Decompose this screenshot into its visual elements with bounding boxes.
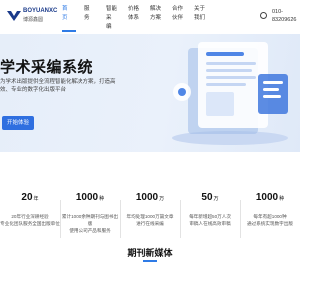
hero-description: 为学术出版提供全流程智能化解决方案，打造高效、专业的数字化出版平台	[0, 79, 116, 93]
stat-item: 1000种 累计1000余种期刊与图书出版 使用公司产品和服务	[60, 192, 120, 234]
stat-unit: 种	[279, 196, 285, 202]
stat-value: 1000	[135, 192, 159, 203]
brand-subtitle: 博源鑫圆	[23, 17, 44, 23]
stat-value: 1000	[255, 192, 279, 203]
stat-unit: 万	[159, 196, 165, 202]
stat-item: 50万 每年新增超50万人次 审稿人在线高效审稿	[180, 192, 240, 227]
phone-number: 010- 83209626	[272, 9, 297, 23]
stat-description: 每年有超1000种 通过系统实现数字出版	[247, 214, 293, 226]
stat-item: 20年 20年行业深耕经验 专业化团队服务全国出版单位	[0, 192, 60, 227]
stats-section: 20年 20年行业深耕经验 专业化团队服务全国出版单位 1000种 累计1000…	[0, 152, 300, 247]
nav-item-partners[interactable]: 合作 伙伴	[172, 5, 190, 23]
stat-description: 20年行业深耕经验 专业化团队服务全国出版单位	[0, 214, 60, 226]
stat-item: 1000万 年均处理1000万篇文章 进行在线采编	[120, 192, 180, 227]
nav-item-services[interactable]: 服 务	[84, 5, 102, 23]
stat-item: 1000种 每年有超1000种 通过系统实现数字出版	[240, 192, 300, 227]
document-illustration-icon	[172, 42, 288, 145]
site-header: BOYUANXC 博源鑫圆 首 页 服 务 智能 采 编 价格 体系 解决 方案…	[0, 0, 300, 34]
nav-item-about[interactable]: 关于 我们	[194, 5, 212, 23]
brand-name: BOYUANXC	[23, 8, 58, 14]
section-title: 期刊新媒体	[127, 248, 173, 258]
start-experience-button[interactable]: 开始体验	[2, 116, 34, 130]
nav-item-home[interactable]: 首 页	[62, 5, 80, 32]
stat-description: 累计1000余种期刊与图书出版 使用公司产品和服务	[61, 214, 119, 233]
stat-unit: 种	[99, 196, 105, 202]
logo-icon[interactable]	[6, 9, 22, 23]
nav-item-pricing[interactable]: 价格 体系	[128, 5, 146, 23]
hero-banner: 学术采编系统 为学术出版提供全流程智能化解决方案，打造高效、专业的数字化出版平台…	[0, 34, 300, 152]
phone-icon	[260, 12, 267, 19]
nav-item-solutions[interactable]: 解决 方案	[150, 5, 168, 23]
hero-title: 学术采编系统	[0, 59, 94, 76]
stat-unit: 万	[213, 196, 219, 202]
stat-description: 年均处理1000万篇文章 进行在线采编	[126, 214, 174, 226]
stat-unit: 年	[33, 196, 39, 202]
stat-value: 50	[201, 192, 213, 203]
stat-description: 每年新增超50万人次 审稿人在线高效审稿	[189, 214, 231, 226]
stat-value: 20	[21, 192, 33, 203]
stat-value: 1000	[75, 192, 99, 203]
nav-item-smart-editing[interactable]: 智能 采 编	[106, 5, 124, 32]
section-underline	[143, 260, 157, 262]
